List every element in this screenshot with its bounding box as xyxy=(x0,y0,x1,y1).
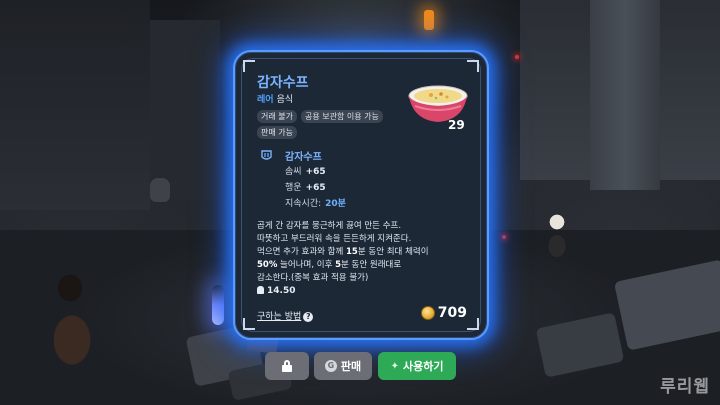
description-line: 먹으면 추가 효과와 함께 15분 동안 최대 체력이 xyxy=(257,247,429,257)
stat-label: 지속시간: xyxy=(285,199,322,209)
item-detail-card: 감자수프 레어 음식 거래 불가 공용 보관함 이용 가능 판매 가능 29 감자… xyxy=(233,50,489,340)
stat-duration: 지속시간: 20분 xyxy=(285,196,346,209)
hanging-lantern xyxy=(424,10,434,30)
item-weight: 14.50 xyxy=(257,286,295,296)
sell-button[interactable]: G 판매 xyxy=(314,352,372,380)
description-line: 감소한다.(중복 효과 적용 불가) xyxy=(257,273,369,283)
description-line: 곱게 간 감자를 뭉근하게 끓여 만든 수프. xyxy=(257,221,402,231)
item-rarity: 레어 xyxy=(257,95,274,105)
item-category: 음식 xyxy=(276,95,294,105)
help-icon: ? xyxy=(303,312,314,322)
lock-button[interactable] xyxy=(265,352,309,380)
price-value: 709 xyxy=(437,305,467,321)
blue-campfire xyxy=(212,285,224,325)
sparkle-icon: ✦ xyxy=(390,360,399,372)
item-type: 레어 음식 xyxy=(257,92,293,105)
ember-light xyxy=(515,55,519,59)
stat-luck: 행운 +65 xyxy=(285,180,326,193)
npc-character xyxy=(535,208,580,268)
tag-shared-storage: 공용 보관함 이용 가능 xyxy=(300,110,383,123)
effect-title: 감자수프 xyxy=(285,152,322,163)
weight-icon xyxy=(257,286,264,294)
stone-wall xyxy=(0,0,150,210)
card-corner-ornament xyxy=(467,318,479,330)
item-count: 29 xyxy=(448,118,465,132)
stat-value: 20분 xyxy=(325,199,346,209)
shield-food-icon xyxy=(261,150,272,160)
description-line: 따뜻하고 부드러워 속을 든든하게 지켜준다. xyxy=(257,234,412,244)
stat-value: +65 xyxy=(305,183,326,193)
vase xyxy=(150,178,170,202)
stone-wall xyxy=(150,20,220,200)
use-button[interactable]: ✦ 사용하기 xyxy=(378,352,456,380)
ember-light xyxy=(502,235,506,239)
player-character xyxy=(40,270,110,380)
card-corner-ornament xyxy=(243,60,255,72)
stat-value: +65 xyxy=(305,167,326,177)
sell-label: 판매 xyxy=(340,360,362,373)
item-price: 709 xyxy=(420,305,467,321)
gold-coin-icon xyxy=(420,306,435,320)
how-to-get-link[interactable]: 구하는 방법? xyxy=(257,309,314,322)
item-description: 곱게 간 감자를 뭉근하게 끓여 만든 수프. 따뜻하고 부드러워 속을 든든하… xyxy=(257,220,472,285)
how-to-get-label: 구하는 방법 xyxy=(257,312,302,322)
watermark: 루리웹 xyxy=(660,377,710,397)
stone-pillar xyxy=(590,0,660,190)
use-label: 사용하기 xyxy=(402,360,444,373)
tag-sellable: 판매 가능 xyxy=(257,126,297,139)
item-name: 감자수프 xyxy=(257,75,309,91)
stat-skill: 솜씨 +65 xyxy=(285,164,326,177)
lock-icon xyxy=(282,360,292,372)
card-corner-ornament xyxy=(467,60,479,72)
description-line: 50% 늘어나며, 이후 5분 동안 원래대로 xyxy=(257,260,402,270)
item-tags: 거래 불가 공용 보관함 이용 가능 판매 가능 xyxy=(257,110,397,139)
stat-label: 행운 xyxy=(285,183,302,193)
stat-label: 솜씨 xyxy=(285,167,302,177)
sell-coin-icon: G xyxy=(324,360,337,372)
weight-value: 14.50 xyxy=(267,286,296,296)
tag-untradeable: 거래 불가 xyxy=(257,110,297,123)
card-corner-ornament xyxy=(243,318,255,330)
